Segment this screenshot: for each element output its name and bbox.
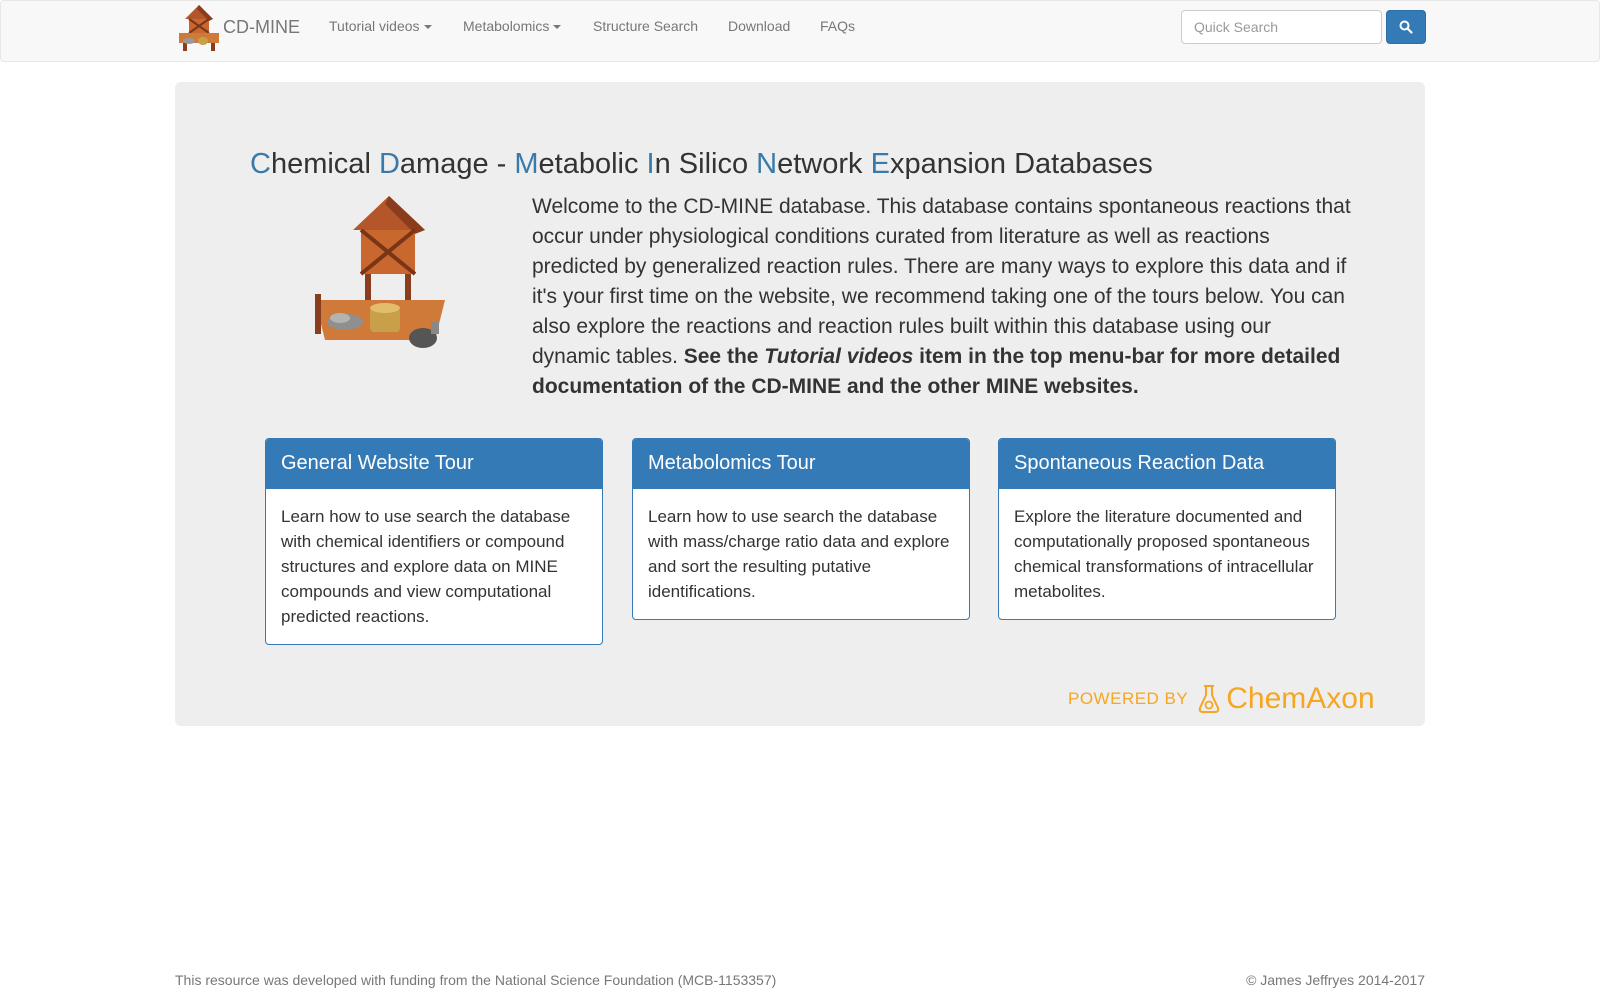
intro-paragraph: Welcome to the CD-MINE database. This da… (532, 192, 1352, 402)
footer-funding-text: This resource was developed with funding… (175, 972, 777, 988)
nav-metabolomics-label: Metabolomics (463, 18, 550, 34)
headline-accent: C (250, 148, 271, 180)
mine-logo-icon (179, 5, 219, 51)
intro-tutorial-videos-emphasis: Tutorial videos (764, 345, 914, 368)
headline-text: n Silico (654, 148, 757, 180)
nav-tutorial-videos[interactable]: Tutorial videos (329, 18, 432, 34)
search-button[interactable] (1386, 10, 1426, 44)
headline-accent: I (646, 148, 655, 180)
headline-accent: D (378, 148, 400, 180)
headline-text: etabolic (538, 148, 647, 180)
nav-metabolomics[interactable]: Metabolomics (463, 18, 562, 34)
panel-metabolomics-tour[interactable]: Metabolomics Tour Learn how to use searc… (632, 438, 970, 620)
panel-title: General Website Tour (266, 439, 602, 489)
panel-general-tour[interactable]: General Website Tour Learn how to use se… (265, 438, 603, 645)
nav-tutorial-videos-label: Tutorial videos (329, 18, 420, 34)
headline-text: amage - (399, 148, 515, 180)
headline-text: hemical (270, 148, 379, 180)
footer-copyright: © James Jeffryes 2014-2017 (1246, 972, 1425, 988)
chemaxon-logo-text: ChemAxon (1226, 682, 1375, 715)
nav-faqs[interactable]: FAQs (820, 18, 855, 34)
chemaxon-flask-icon (1199, 685, 1220, 713)
nav-download[interactable]: Download (728, 18, 790, 34)
brand-link[interactable]: CD-MINE (175, 1, 300, 53)
intro-bold-prefix: See the (683, 345, 759, 368)
page-headline: Chemical Damage - Metabolic In Silico Ne… (250, 148, 1153, 181)
powered-by-label: POWERED BY (1068, 689, 1189, 708)
panel-body: Learn how to use search the database wit… (281, 507, 571, 626)
panel-body: Explore the literature documented and co… (1014, 507, 1314, 601)
intro-text: Welcome to the CD-MINE database. This da… (532, 195, 1351, 368)
panel-title: Metabolomics Tour (633, 439, 969, 489)
top-navbar: CD-MINE Tutorial videos Metabolomics Str… (0, 0, 1600, 62)
caret-down-icon (423, 25, 432, 30)
nav-faqs-label: FAQs (820, 18, 856, 34)
panel-spontaneous-reaction-data[interactable]: Spontaneous Reaction Data Explore the li… (998, 438, 1336, 620)
brand-title: CD-MINE (223, 16, 300, 37)
search-icon (1399, 20, 1413, 34)
nav-download-label: Download (728, 18, 791, 34)
caret-down-icon (553, 25, 562, 30)
jumbotron: Chemical Damage - Metabolic In Silico Ne… (175, 82, 1425, 726)
nav-structure-search-label: Structure Search (593, 18, 699, 34)
quick-search-input[interactable] (1181, 10, 1382, 44)
headline-accent: M (514, 148, 539, 180)
headline-accent: E (870, 148, 890, 180)
mine-illustration-icon (315, 196, 445, 348)
panel-title: Spontaneous Reaction Data (999, 439, 1335, 489)
nav-structure-search[interactable]: Structure Search (593, 18, 698, 34)
headline-text: xpansion Databases (889, 148, 1153, 180)
powered-by-chemaxon-link[interactable]: POWERED BY ChemAxon (1068, 682, 1375, 716)
headline-text: etwork (777, 148, 871, 180)
panel-body: Learn how to use search the database wit… (648, 507, 950, 601)
headline-accent: N (756, 148, 778, 180)
